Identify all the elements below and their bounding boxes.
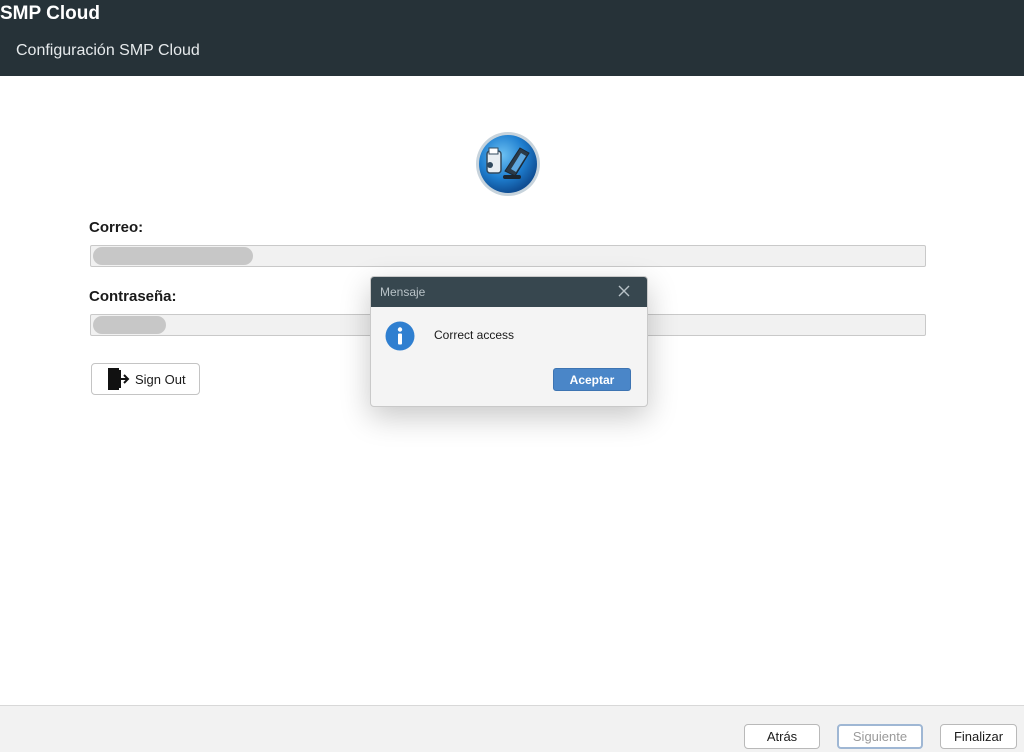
- app-header: SMP Cloud Configuración SMP Cloud: [0, 0, 1024, 76]
- info-icon: [385, 321, 415, 351]
- close-icon[interactable]: [617, 284, 631, 298]
- email-redacted-value: [93, 247, 253, 265]
- exit-door-icon: [108, 368, 130, 390]
- finish-button[interactable]: Finalizar: [940, 724, 1017, 749]
- sign-out-label: Sign Out: [135, 371, 186, 387]
- next-button[interactable]: Siguiente: [837, 724, 923, 749]
- app-title: SMP Cloud: [0, 3, 100, 24]
- accept-button[interactable]: Aceptar: [553, 368, 631, 391]
- sign-out-button[interactable]: Sign Out: [91, 363, 200, 395]
- wizard-footer: Atrás Siguiente Finalizar: [0, 705, 1024, 752]
- dialog-title: Mensaje: [380, 285, 426, 299]
- dialog-message: Correct access: [434, 328, 515, 342]
- password-label: Contraseña:: [89, 288, 177, 305]
- back-button[interactable]: Atrás: [744, 724, 820, 749]
- message-dialog: Mensaje Correct access Aceptar: [370, 276, 648, 407]
- page-subtitle: Configuración SMP Cloud: [16, 42, 200, 59]
- email-label: Correo:: [89, 219, 144, 236]
- pos-terminal-logo-icon: [476, 132, 540, 196]
- dialog-titlebar: Mensaje: [371, 277, 647, 307]
- password-redacted-value: [93, 316, 166, 334]
